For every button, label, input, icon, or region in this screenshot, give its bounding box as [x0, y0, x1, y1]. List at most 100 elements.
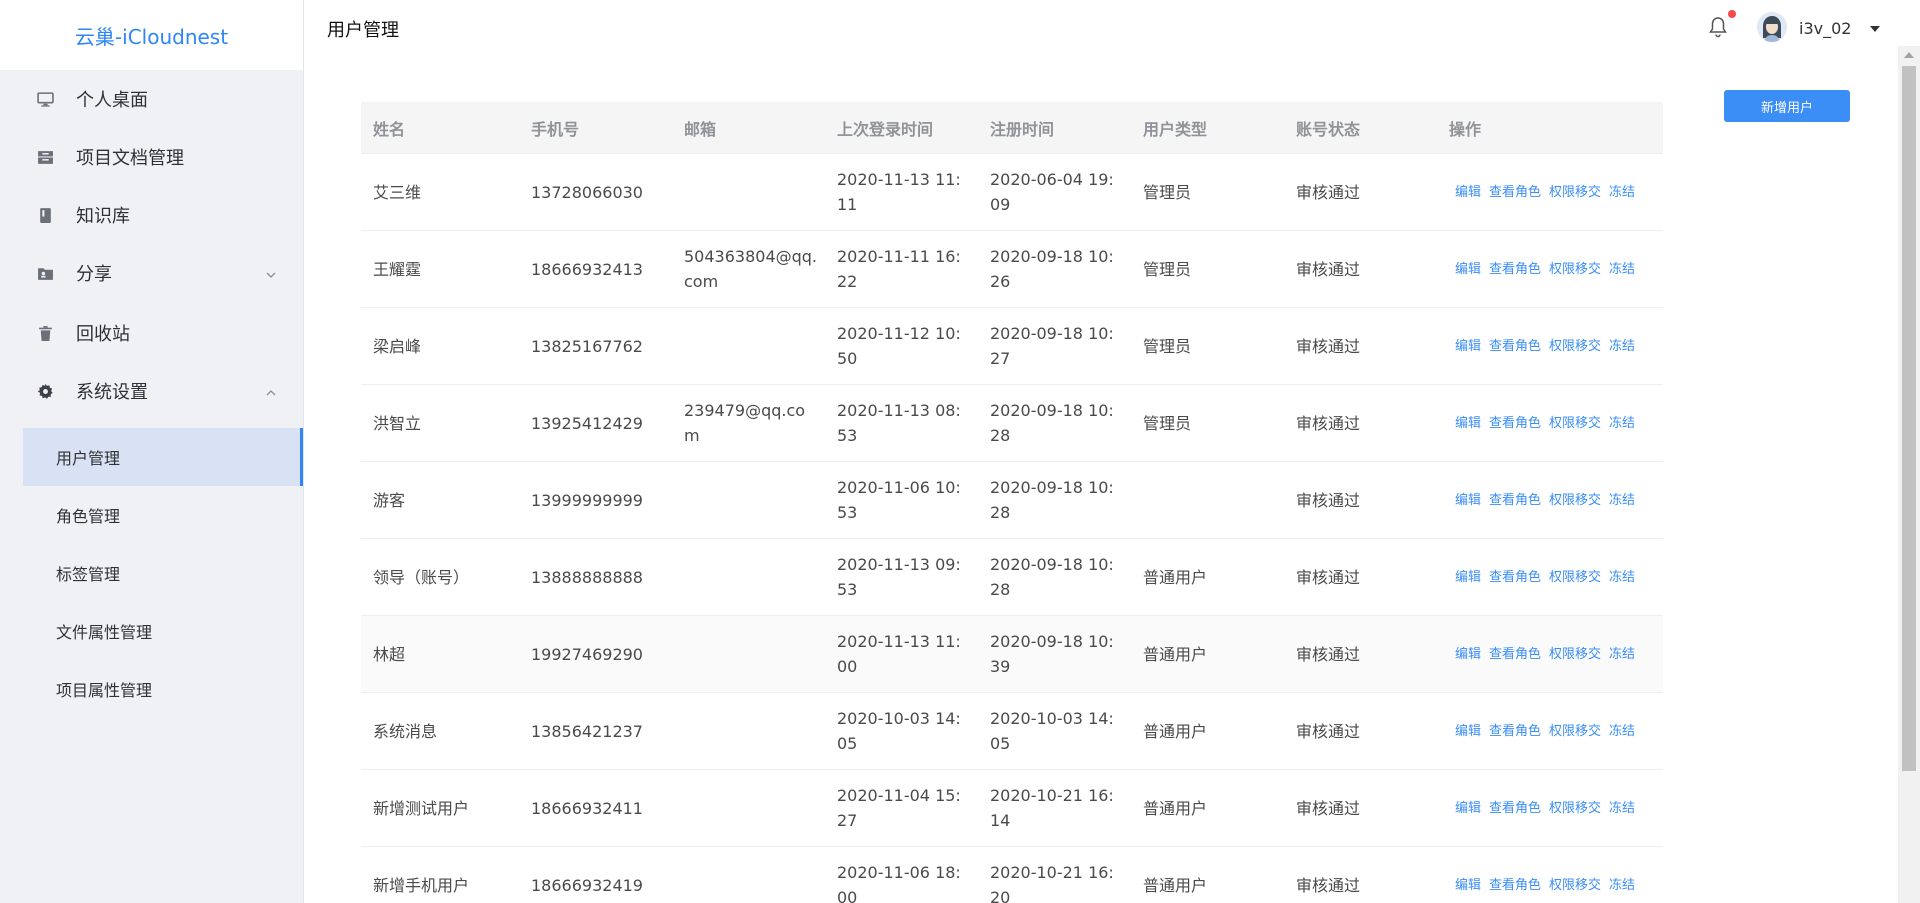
table-row[interactable]: 系统消息 13856421237 2020-10-03 14:05 2020-10-0… [361, 693, 1663, 770]
transfer-permissions-link[interactable]: 权限移交 [1549, 642, 1601, 667]
freeze-link[interactable]: 冻结 [1609, 257, 1635, 282]
freeze-link[interactable]: 冻结 [1609, 565, 1635, 590]
avatar[interactable] [1757, 12, 1787, 42]
cell-user-type: 管理员 [1143, 413, 1192, 433]
transfer-permissions-link[interactable]: 权限移交 [1549, 719, 1601, 744]
transfer-permissions-link[interactable]: 权限移交 [1549, 257, 1601, 282]
column-header: 姓名 [373, 119, 406, 139]
transfer-permissions-link[interactable]: 权限移交 [1549, 411, 1601, 436]
view-roles-link[interactable]: 查看角色 [1489, 411, 1541, 436]
scroll-up-arrow-icon[interactable] [1904, 52, 1914, 58]
view-roles-link[interactable]: 查看角色 [1489, 642, 1541, 667]
transfer-permissions-link[interactable]: 权限移交 [1549, 334, 1601, 359]
freeze-link[interactable]: 冻结 [1609, 488, 1635, 513]
table-row[interactable]: 王耀霆 18666932413 504363804@qq.com 2020-11-11… [361, 231, 1663, 308]
column-header: 手机号 [531, 119, 580, 139]
add-user-button[interactable]: 新增用户 [1724, 90, 1850, 122]
column-header: 注册时间 [990, 119, 1055, 139]
edit-link[interactable]: 编辑 [1455, 719, 1481, 744]
archive-icon [34, 146, 56, 168]
gear-icon [34, 380, 56, 402]
sidebar-subitem-user-management[interactable]: 用户管理 [23, 428, 303, 486]
cell-name: 洪智立 [373, 413, 422, 433]
edit-link[interactable]: 编辑 [1455, 257, 1481, 282]
table-row[interactable]: 林超 19927469290 2020-11-13 11:00 2020-09-18 … [361, 616, 1663, 693]
cell-status: 审核通过 [1296, 567, 1361, 587]
table-row[interactable]: 洪智立 13925412429 239479@qq.com 2020-11-13 08… [361, 385, 1663, 462]
transfer-permissions-link[interactable]: 权限移交 [1549, 180, 1601, 205]
table-row[interactable]: 领导（账号） 13888888888 2020-11-13 09:53 2020-09… [361, 539, 1663, 616]
edit-link[interactable]: 编辑 [1455, 642, 1481, 667]
table-row[interactable]: 新增测试用户 18666932411 2020-11-04 15:27 2020-10… [361, 770, 1663, 847]
edit-link[interactable]: 编辑 [1455, 796, 1481, 821]
sidebar-item-knowledge[interactable]: 知识库 [0, 186, 304, 244]
view-roles-link[interactable]: 查看角色 [1489, 257, 1541, 282]
cell-actions: 编辑 查看角色 权限移交 冻结 [1437, 488, 1663, 513]
freeze-link[interactable]: 冻结 [1609, 873, 1635, 898]
edit-link[interactable]: 编辑 [1455, 411, 1481, 436]
edit-link[interactable]: 编辑 [1455, 488, 1481, 513]
freeze-link[interactable]: 冻结 [1609, 411, 1635, 436]
table-row[interactable]: 游客 13999999999 2020-11-06 10:53 2020-09-18 … [361, 462, 1663, 539]
cell-user-type: 普通用户 [1143, 875, 1208, 895]
sidebar-item-project-docs[interactable]: 项目文档管理 [0, 128, 304, 186]
table-header: 姓名 手机号 邮箱 上次登录时间 注册时间 用户类型 账号状态 操作 [361, 102, 1663, 154]
transfer-permissions-link[interactable]: 权限移交 [1549, 796, 1601, 821]
cell-actions: 编辑 查看角色 权限移交 冻结 [1437, 334, 1663, 359]
column-header: 用户类型 [1143, 119, 1208, 139]
notification-badge [1728, 10, 1736, 18]
sidebar-subitem-role-management[interactable]: 角色管理 [23, 486, 303, 544]
cell-actions: 编辑 查看角色 权限移交 冻结 [1437, 180, 1663, 205]
view-roles-link[interactable]: 查看角色 [1489, 796, 1541, 821]
caret-down-icon[interactable] [1870, 26, 1880, 32]
transfer-permissions-link[interactable]: 权限移交 [1549, 873, 1601, 898]
cell-phone: 13925412429 [531, 413, 643, 433]
transfer-permissions-link[interactable]: 权限移交 [1549, 565, 1601, 590]
sidebar-item-recycle[interactable]: 回收站 [0, 304, 304, 362]
edit-link[interactable]: 编辑 [1455, 565, 1481, 590]
trash-icon [34, 322, 56, 344]
edit-link[interactable]: 编辑 [1455, 180, 1481, 205]
sidebar-item-label: 分享 [76, 264, 112, 285]
table-row[interactable]: 新增手机用户 18666932419 2020-11-06 18:00 2020-10… [361, 847, 1663, 903]
view-roles-link[interactable]: 查看角色 [1489, 180, 1541, 205]
edit-link[interactable]: 编辑 [1455, 334, 1481, 359]
chevron-down-icon[interactable] [264, 266, 278, 280]
cell-actions: 编辑 查看角色 权限移交 冻结 [1437, 642, 1663, 667]
sidebar-subitem-label: 角色管理 [56, 507, 121, 526]
view-roles-link[interactable]: 查看角色 [1489, 488, 1541, 513]
sidebar-item-share[interactable]: 分享 [0, 244, 304, 302]
table-row[interactable]: 艾三维 13728066030 2020-11-13 11:11 2020-06-04… [361, 154, 1663, 231]
sidebar-item-settings[interactable]: 系统设置 [0, 362, 304, 420]
view-roles-link[interactable]: 查看角色 [1489, 873, 1541, 898]
cell-status: 审核通过 [1296, 336, 1361, 356]
sidebar-subitem-label: 标签管理 [56, 565, 121, 584]
freeze-link[interactable]: 冻结 [1609, 719, 1635, 744]
transfer-permissions-link[interactable]: 权限移交 [1549, 488, 1601, 513]
freeze-link[interactable]: 冻结 [1609, 334, 1635, 359]
cell-phone: 18666932419 [531, 875, 643, 895]
brand-logo[interactable]: 云巢-iCloudnest [0, 0, 303, 70]
sidebar-subitem-project-attr-management[interactable]: 项目属性管理 [23, 660, 303, 718]
bell-icon[interactable] [1708, 16, 1728, 38]
table-row[interactable]: 梁启峰 13825167762 2020-11-12 10:50 2020-09-18… [361, 308, 1663, 385]
freeze-link[interactable]: 冻结 [1609, 180, 1635, 205]
view-roles-link[interactable]: 查看角色 [1489, 334, 1541, 359]
scrollbar-thumb[interactable] [1902, 66, 1916, 771]
freeze-link[interactable]: 冻结 [1609, 796, 1635, 821]
chevron-up-icon[interactable] [264, 384, 278, 398]
cell-last-login: 2020-10-03 14:05 [837, 709, 961, 753]
sidebar-subitem-file-attr-management[interactable]: 文件属性管理 [23, 602, 303, 660]
cell-name: 梁启峰 [373, 336, 422, 356]
view-roles-link[interactable]: 查看角色 [1489, 719, 1541, 744]
edit-link[interactable]: 编辑 [1455, 873, 1481, 898]
freeze-link[interactable]: 冻结 [1609, 642, 1635, 667]
view-roles-link[interactable]: 查看角色 [1489, 565, 1541, 590]
cell-last-login: 2020-11-04 15:27 [837, 786, 961, 830]
username[interactable]: i3v_02 [1799, 19, 1851, 38]
cell-user-type: 管理员 [1143, 259, 1192, 279]
cell-last-login: 2020-11-13 08:53 [837, 401, 961, 445]
sidebar-subitem-tag-management[interactable]: 标签管理 [23, 544, 303, 602]
sidebar-item-desktop[interactable]: 个人桌面 [0, 70, 304, 128]
cell-name: 系统消息 [373, 721, 438, 741]
